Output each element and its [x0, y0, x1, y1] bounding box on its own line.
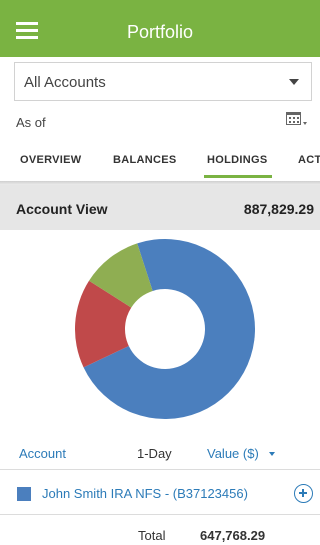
- tab-overview[interactable]: OVERVIEW: [20, 154, 82, 166]
- holdings-donut-chart: [75, 239, 255, 419]
- calendar-icon[interactable]: [286, 112, 307, 128]
- plus-circle-icon[interactable]: [294, 484, 313, 503]
- tab-holdings[interactable]: HOLDINGS: [207, 154, 267, 166]
- list-item[interactable]: John Smith IRA NFS - (B37123456): [0, 471, 320, 515]
- page-title: Portfolio: [126, 22, 194, 42]
- total-label: Total: [138, 528, 166, 543]
- caret-down-icon: [269, 452, 275, 456]
- tab-balances[interactable]: BALANCES: [113, 154, 177, 166]
- account-dropdown[interactable]: All Accounts: [14, 62, 312, 101]
- account-view-label: Account View: [16, 201, 108, 217]
- total-value: 647,768.29: [200, 528, 266, 543]
- column-one-day[interactable]: 1-Day: [137, 446, 172, 461]
- account-dropdown-value: All Accounts: [24, 74, 106, 91]
- account-name-link[interactable]: John Smith IRA NFS - (B37123456): [42, 486, 248, 501]
- column-headers: Account 1-Day Value ($): [0, 438, 320, 470]
- app-header: Portfolio: [0, 0, 320, 57]
- tab-activity[interactable]: ACT: [298, 154, 320, 166]
- caret-down-icon: [289, 79, 299, 85]
- legend-swatch: [17, 487, 31, 501]
- account-view-bar: Account View 887,829.29: [0, 185, 320, 230]
- account-view-amount: 887,829.29: [243, 201, 314, 217]
- total-row: Total 647,768.29: [0, 516, 320, 545]
- tab-bar: OVERVIEW BALANCES HOLDINGS ACT: [0, 146, 320, 182]
- active-tab-indicator: [204, 175, 272, 178]
- as-of-label: As of: [16, 115, 46, 130]
- column-account[interactable]: Account: [19, 446, 66, 461]
- column-value[interactable]: Value ($): [207, 446, 259, 461]
